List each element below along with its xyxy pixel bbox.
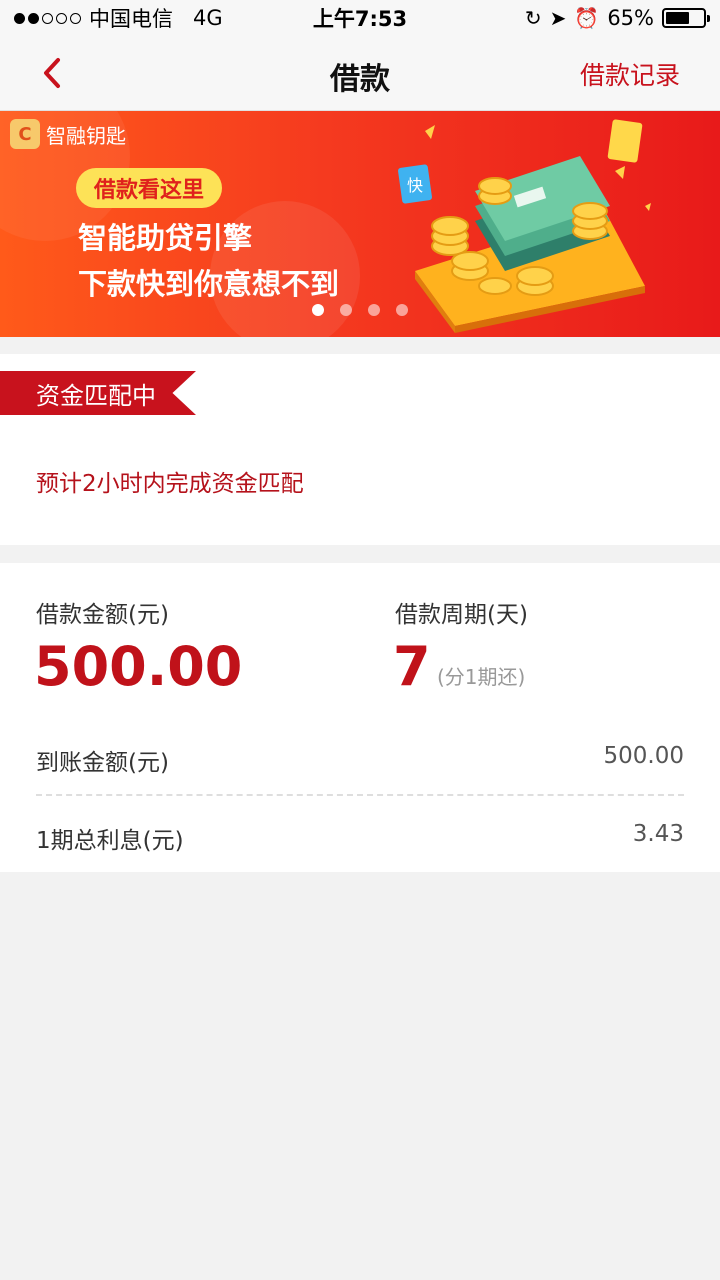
banner-headline: 智能助贷引擎 [78,221,253,255]
location-arrow-icon: ➤ [549,6,567,30]
interest-value: 3.43 [632,821,684,847]
installment-note: (分1期还) [437,665,526,689]
loan-amount-label: 借款金额(元) [36,602,169,628]
banner-page-dot[interactable] [312,304,324,316]
received-amount-value: 500.00 [603,743,684,769]
promo-banner[interactable]: C 智融钥匙 借款看这里 智能助贷引擎 下款快到你意想不到 快 [0,111,720,337]
interest-row: 1期总利息(元) 3.43 [36,821,684,855]
loan-period-label: 借款周期(天) [395,602,528,628]
battery-fill [666,12,690,24]
banner-page-dot[interactable] [396,304,408,316]
brand: C 智融钥匙 [10,119,126,149]
status-right: ↻ ➤ ⏰ 65% [524,6,710,30]
banner-subheadline: 下款快到你意想不到 [78,267,340,301]
brand-name: 智融钥匙 [46,123,126,148]
loan-amount-value: 500.00 [34,635,243,698]
nav-bar: 借款 借款记录 [0,36,720,111]
status-message: 预计2小时内完成资金匹配 [36,471,304,497]
banner-page-dot[interactable] [340,304,352,316]
received-amount-row: 到账金额(元) 500.00 [36,743,684,777]
status-left: 中国电信 4G [14,3,223,33]
interest-label: 1期总利息(元) [36,828,184,854]
banner-pagination [312,304,408,316]
alarm-clock-icon: ⏰ [574,6,600,30]
brand-logo-icon: C [10,119,40,149]
matching-status-card: 资金匹配中 预计2小时内完成资金匹配 [0,354,720,545]
status-badge: 资金匹配中 [0,371,196,415]
loan-records-link[interactable]: 借款记录 [580,56,680,92]
signal-strength-icon [14,12,81,24]
svg-text:快: 快 [407,176,423,195]
coins-money-illustration-icon: 快 [398,119,651,333]
received-amount-label: 到账金额(元) [36,750,169,776]
battery-icon [662,8,710,28]
banner-tag: 借款看这里 [76,168,223,208]
battery-percent: 65% [607,6,654,30]
divider [36,794,684,796]
loan-period-value: 7 [393,635,431,698]
network-type: 4G [193,6,223,30]
rotation-lock-icon: ↻ [524,6,542,30]
status-bar: 中国电信 4G 上午7:53 ↻ ➤ ⏰ 65% [0,0,720,36]
loan-details-card: 借款金额(元) 500.00 借款周期(天) 7 (分1期还) 到账金额(元) … [0,563,720,872]
banner-page-dot[interactable] [368,304,380,316]
carrier-name: 中国电信 [89,7,173,31]
